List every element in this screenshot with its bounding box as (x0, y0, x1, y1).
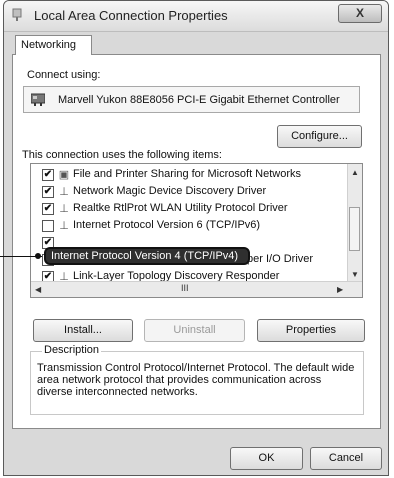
ok-button[interactable]: OK (230, 447, 303, 470)
item-checkbox[interactable] (42, 220, 54, 232)
properties-window: Local Area Connection Properties X Netwo… (3, 0, 389, 476)
list-item[interactable]: ✔ ⊥ Network Magic Device Discovery Drive… (31, 184, 349, 200)
title-bar[interactable]: Local Area Connection Properties X (4, 1, 388, 32)
scroll-right-icon[interactable]: ▶ (337, 285, 343, 294)
close-button[interactable]: X (338, 4, 382, 23)
install-button[interactable]: Install... (33, 319, 133, 342)
scroll-up-icon[interactable]: ▲ (351, 168, 359, 177)
configure-button[interactable]: Configure... (277, 125, 362, 148)
item-checkbox[interactable]: ✔ (42, 186, 54, 198)
item-label: File and Printer Sharing for Microsoft N… (73, 168, 302, 180)
items-list[interactable]: ✔ ▣ File and Printer Sharing for Microso… (30, 163, 363, 298)
cancel-button[interactable]: Cancel (310, 447, 382, 470)
connect-using-label: Connect using: (27, 69, 101, 81)
item-label: Internet Protocol Version 6 (TCP/IPv6) (73, 219, 261, 231)
horizontal-scroll-thumb[interactable]: III (181, 283, 189, 293)
callout-dot (35, 253, 41, 259)
uninstall-button: Uninstall (144, 319, 245, 342)
item-label: Network Magic Device Discovery Driver (73, 185, 267, 197)
list-item[interactable]: ✔ ▣ File and Printer Sharing for Microso… (31, 167, 349, 183)
description-legend: Description (42, 344, 102, 356)
horizontal-scrollbar[interactable]: ◀ III ▶ (31, 281, 362, 297)
list-item[interactable]: ✔ ⊥ Realtke RtlProt WLAN Utility Protoco… (31, 201, 349, 217)
protocol-icon: ⊥ (59, 186, 69, 198)
selected-item-ipv4[interactable]: Internet Protocol Version 4 (TCP/IPv4) (44, 247, 250, 265)
adapter-field: Marvell Yukon 88E8056 PCI-E Gigabit Ethe… (23, 86, 360, 113)
list-item[interactable]: ⊥ Internet Protocol Version 6 (TCP/IPv6) (31, 218, 349, 234)
properties-button[interactable]: Properties (257, 319, 365, 342)
printer-icon: ▣ (58, 169, 70, 181)
protocol-icon: ⊥ (59, 203, 69, 215)
item-label: Realtke RtlProt WLAN Utility Protocol Dr… (73, 202, 288, 214)
window-title: Local Area Connection Properties (34, 8, 228, 23)
item-label: Internet Protocol Version 4 (TCP/IPv4) (51, 250, 239, 262)
items-label: This connection uses the following items… (22, 149, 222, 161)
vertical-scrollbar[interactable]: ▲ ▼ (347, 164, 362, 282)
scroll-left-icon[interactable]: ◀ (35, 285, 41, 294)
tab-networking[interactable]: Networking (15, 35, 92, 55)
network-adapter-icon (31, 93, 45, 106)
scroll-down-icon[interactable]: ▼ (351, 270, 359, 279)
item-checkbox[interactable]: ✔ (42, 203, 54, 215)
adapter-name: Marvell Yukon 88E8056 PCI-E Gigabit Ethe… (58, 94, 340, 106)
vertical-scroll-thumb[interactable] (349, 207, 360, 251)
item-checkbox[interactable]: ✔ (42, 169, 54, 181)
protocol-icon: ⊥ (59, 220, 69, 232)
network-connection-icon (12, 8, 22, 21)
description-text: Transmission Control Protocol/Internet P… (37, 362, 355, 398)
